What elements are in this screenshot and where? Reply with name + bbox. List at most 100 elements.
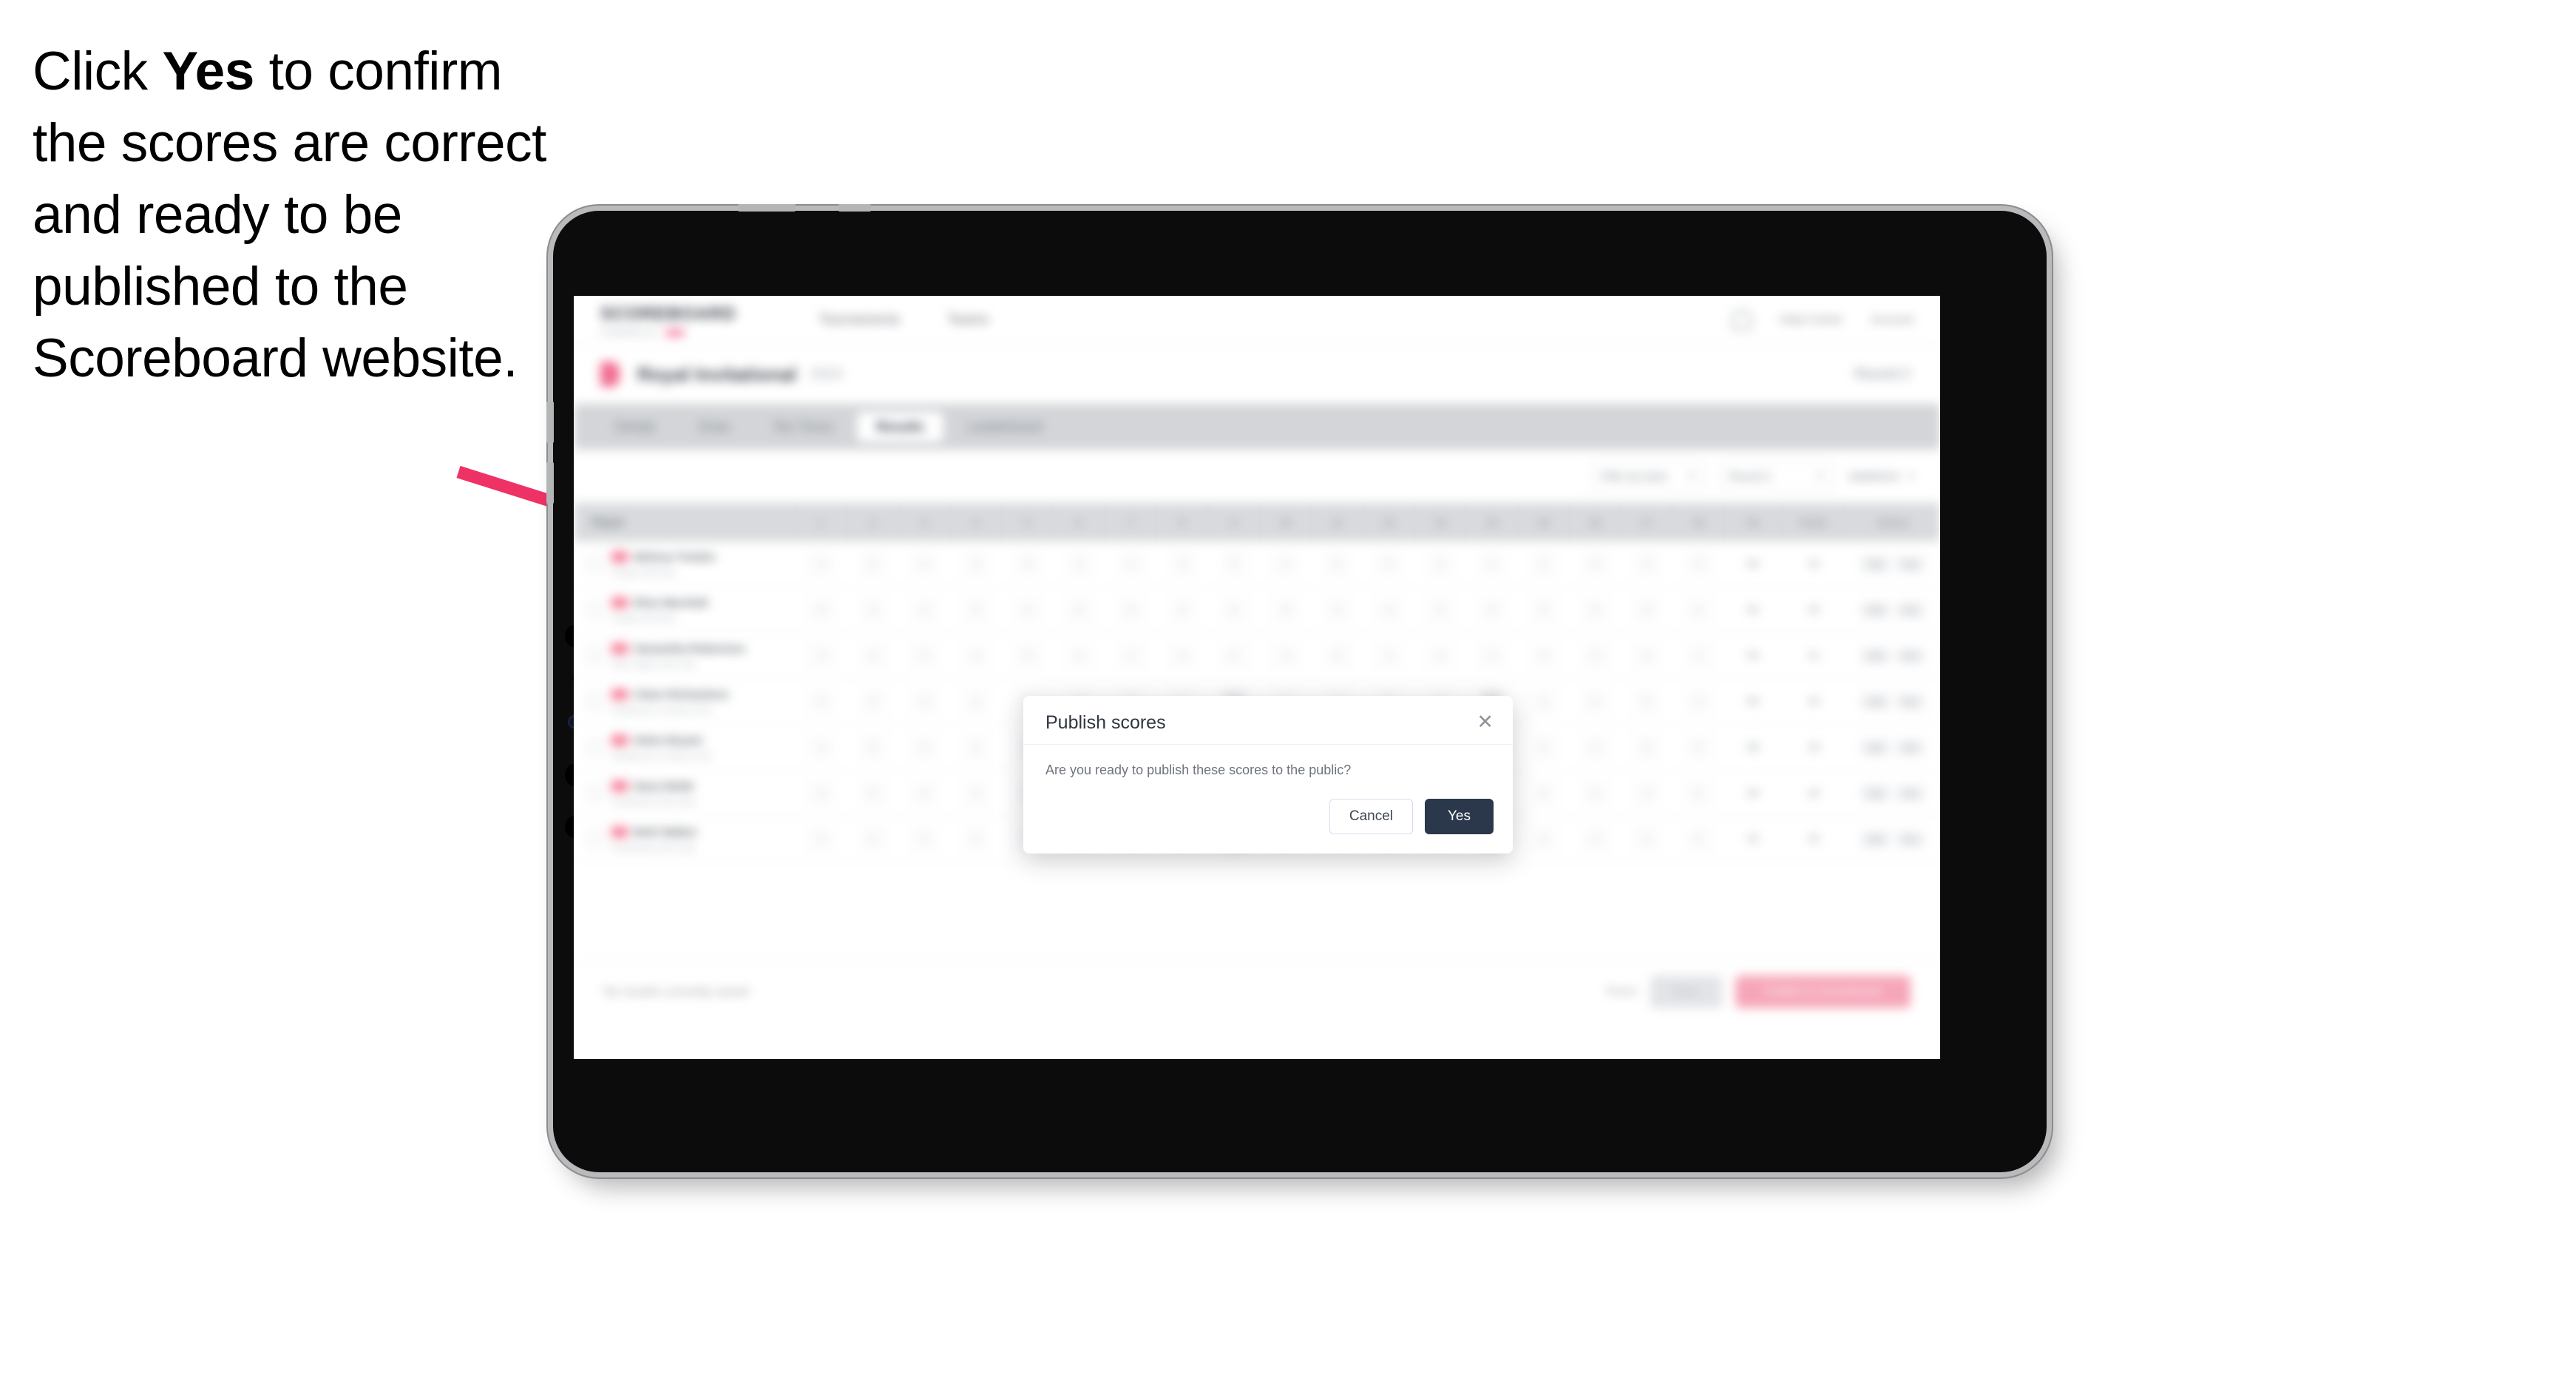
score-cell-hole-17[interactable]: 5: [1621, 679, 1673, 724]
score-cell-hole-11[interactable]: 5: [1312, 633, 1363, 678]
table-row[interactable]: Melissa Tomkin Chapel Hill Park 4 5 4 3 5 4 4 3 5 4…: [574, 541, 1940, 587]
row-checkbox[interactable]: [587, 831, 603, 847]
score-cell-hole-4[interactable]: 5: [950, 771, 1002, 816]
action-edit-button[interactable]: Edit: [1861, 739, 1891, 756]
score-cell-hole-2[interactable]: 5: [847, 817, 899, 862]
score-input[interactable]: 5: [1016, 552, 1040, 576]
score-cell-hole-13[interactable]: 4: [1414, 587, 1466, 632]
score-cell-hole-3[interactable]: 4: [899, 771, 951, 816]
cancel-button[interactable]: Cancel: [1329, 799, 1413, 834]
score-cell-hole-1[interactable]: 5: [796, 679, 847, 724]
side-button-lower[interactable]: [546, 462, 554, 504]
score-cell-hole-2[interactable]: 5: [847, 771, 899, 816]
score-cell-hole-6[interactable]: 4: [1054, 633, 1105, 678]
score-input[interactable]: 4: [1067, 552, 1091, 576]
score-cell-hole-2[interactable]: 5: [847, 679, 899, 724]
score-input[interactable]: 4: [1273, 552, 1298, 576]
score-input[interactable]: 4: [1583, 827, 1607, 851]
score-input[interactable]: 4: [964, 689, 989, 714]
score-input[interactable]: 4: [964, 735, 989, 760]
side-button-upper[interactable]: [546, 402, 554, 443]
score-cell-hole-17[interactable]: 5: [1621, 587, 1673, 632]
score-input[interactable]: 4: [1273, 643, 1298, 668]
score-input[interactable]: 5: [1635, 827, 1659, 851]
score-cell-hole-3[interactable]: 5: [899, 633, 951, 678]
score-input[interactable]: 5: [1273, 598, 1298, 622]
team-filter-select[interactable]: Filter by team: [1590, 462, 1705, 491]
score-input[interactable]: 5: [861, 827, 885, 851]
score-input[interactable]: 4: [1428, 643, 1453, 668]
score-cell-hole-18[interactable]: 5: [1672, 817, 1724, 862]
score-input[interactable]: 4: [809, 552, 833, 576]
score-input[interactable]: 4: [1377, 643, 1401, 668]
score-cell-hole-16[interactable]: 5: [1570, 633, 1621, 678]
score-cell-hole-15[interactable]: 5: [1518, 587, 1570, 632]
score-input[interactable]: 4: [1531, 689, 1556, 714]
row-checkbox[interactable]: [587, 740, 603, 755]
action-edit-button[interactable]: Edit: [1861, 785, 1891, 802]
score-cell-hole-9[interactable]: 5: [1208, 633, 1260, 678]
action-edit-button[interactable]: Edit: [1861, 601, 1891, 618]
score-cell-hole-3[interactable]: 4: [899, 587, 951, 632]
score-input[interactable]: 4: [1428, 598, 1453, 622]
score-input[interactable]: 5: [1222, 643, 1247, 668]
score-cell-hole-14[interactable]: 4: [1466, 633, 1518, 678]
score-cell-hole-2[interactable]: 4: [847, 633, 899, 678]
score-cell-hole-4[interactable]: 4: [950, 633, 1002, 678]
score-cell-hole-4[interactable]: 5: [950, 817, 1002, 862]
score-cell-hole-4[interactable]: 3: [950, 541, 1002, 586]
tab-tee-times[interactable]: Tee Times: [753, 412, 853, 442]
volume-button[interactable]: [738, 204, 796, 212]
score-cell-hole-13[interactable]: 4: [1414, 633, 1466, 678]
score-cell-hole-17[interactable]: 5: [1621, 725, 1673, 770]
score-cell-hole-18[interactable]: 4: [1672, 587, 1724, 632]
score-input[interactable]: 5: [1687, 827, 1711, 851]
nav-item-tournaments[interactable]: Tournaments: [818, 312, 900, 328]
action-hist-button[interactable]: Hist: [1896, 555, 1925, 572]
score-input[interactable]: 4: [964, 643, 989, 668]
score-cell-hole-3[interactable]: 4: [899, 679, 951, 724]
row-checkbox[interactable]: [587, 694, 603, 709]
score-input[interactable]: 4: [1480, 643, 1505, 668]
score-cell-hole-15[interactable]: 4: [1518, 679, 1570, 724]
score-cell-hole-17[interactable]: 4: [1621, 633, 1673, 678]
score-cell-hole-4[interactable]: 4: [950, 725, 1002, 770]
score-input[interactable]: 4: [1635, 552, 1659, 576]
score-input[interactable]: 5: [861, 689, 885, 714]
score-input[interactable]: 4: [912, 598, 937, 622]
score-cell-hole-13[interactable]: 3: [1414, 541, 1466, 586]
score-input[interactable]: 4: [912, 552, 937, 576]
score-input[interactable]: 5: [1635, 689, 1659, 714]
score-input[interactable]: 5: [809, 598, 833, 622]
score-cell-hole-18[interactable]: 4: [1672, 633, 1724, 678]
score-cell-hole-3[interactable]: 5: [899, 725, 951, 770]
score-input[interactable]: 4: [1687, 598, 1711, 622]
power-button[interactable]: [838, 204, 871, 212]
score-cell-hole-1[interactable]: 5: [796, 771, 847, 816]
score-cell-hole-7[interactable]: 4: [1105, 633, 1157, 678]
score-cell-hole-9[interactable]: 4: [1208, 587, 1260, 632]
score-cell-hole-11[interactable]: 4: [1312, 587, 1363, 632]
score-cell-hole-1[interactable]: 4: [796, 725, 847, 770]
row-checkbox[interactable]: [587, 556, 603, 572]
score-input[interactable]: 5: [1531, 598, 1556, 622]
save-button[interactable]: Save: [1650, 975, 1722, 1008]
score-input[interactable]: 4: [1325, 552, 1349, 576]
score-input[interactable]: 5: [809, 781, 833, 805]
score-input[interactable]: 5: [1531, 735, 1556, 760]
score-cell-hole-15[interactable]: 5: [1518, 817, 1570, 862]
score-cell-hole-16[interactable]: 4: [1570, 679, 1621, 724]
score-cell-hole-7[interactable]: 3: [1105, 587, 1157, 632]
score-input[interactable]: 4: [861, 643, 885, 668]
score-cell-hole-9[interactable]: 5: [1208, 541, 1260, 586]
score-input[interactable]: 4: [1325, 598, 1349, 622]
score-input[interactable]: 5: [1635, 598, 1659, 622]
brand-logo[interactable]: SCOREBOARD POWERED BY: [600, 304, 736, 337]
score-input[interactable]: 5: [1067, 598, 1091, 622]
score-cell-hole-15[interactable]: 4: [1518, 541, 1570, 586]
score-cell-hole-1[interactable]: 4: [796, 541, 847, 586]
action-edit-button[interactable]: Edit: [1861, 831, 1891, 848]
score-cell-hole-18[interactable]: 5: [1672, 725, 1724, 770]
score-cell-hole-12[interactable]: 4: [1363, 633, 1415, 678]
publish-button[interactable]: Publish to Scoreboard: [1735, 975, 1911, 1008]
